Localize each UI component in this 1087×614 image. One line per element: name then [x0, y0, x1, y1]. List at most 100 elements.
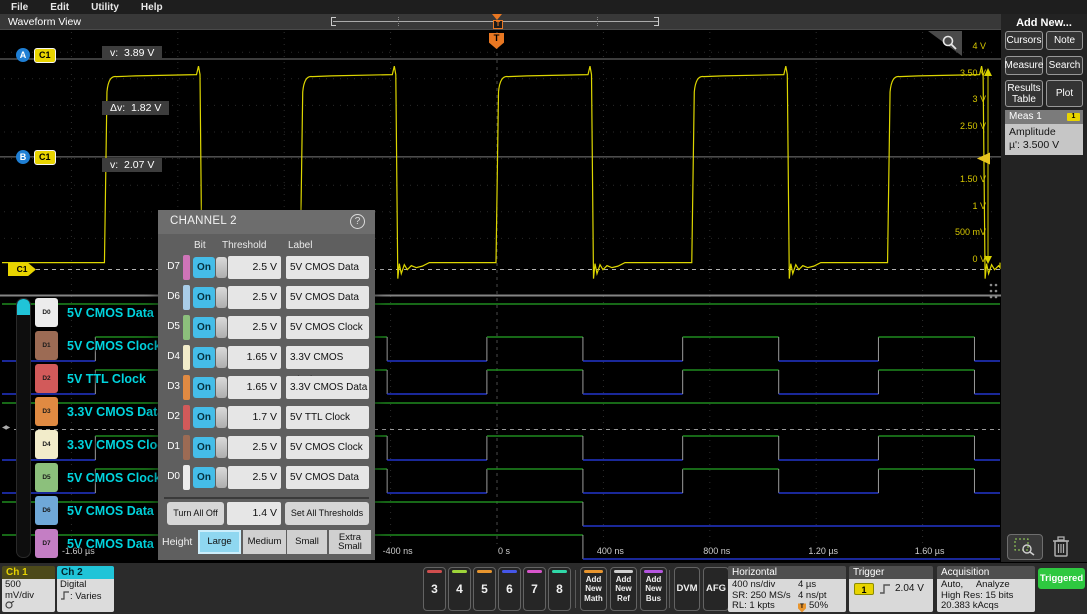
trash-icon[interactable] — [1051, 535, 1071, 559]
trigger-panel[interactable]: Trigger 1 2.04 V — [849, 566, 933, 612]
add-new-bus-button[interactable]: AddNewBus — [640, 567, 667, 611]
bit-threshold-field[interactable]: 1.65 V — [228, 376, 281, 399]
bit-threshold-field[interactable]: 2.5 V — [228, 316, 281, 339]
zoom-select-button[interactable] — [1007, 534, 1043, 560]
bit-threshold-field[interactable]: 2.5 V — [228, 436, 281, 459]
height-option-small[interactable]: Small — [287, 530, 327, 554]
add-new-results-table-button[interactable]: Results Table — [1005, 80, 1043, 107]
bit-toggle-knob[interactable] — [216, 347, 227, 368]
bit-toggle-knob[interactable] — [216, 467, 227, 488]
add-new-math-button[interactable]: AddNewMath — [580, 567, 607, 611]
channel-color-stripe — [427, 570, 442, 573]
digital-group-marker[interactable]: ◀▶ — [2, 424, 9, 431]
height-option-extra-small[interactable]: Extra Small — [329, 530, 371, 554]
bit-toggle-knob[interactable] — [216, 287, 227, 308]
bit-on-toggle[interactable]: On — [193, 317, 215, 338]
bit-label-field[interactable]: 3.3V CMOS Data — [286, 376, 369, 399]
waveform-plot-area[interactable]: T A C1 v: 3.89 V Δv: 1.82 V B C1 v: 2.07… — [0, 30, 1001, 562]
digital-channel-chip-d0[interactable]: D05V CMOS Data — [35, 298, 154, 327]
bit-label-field[interactable]: 5V CMOS Data — [286, 286, 369, 309]
channel-color-stripe — [502, 570, 517, 573]
trigger-position-marker[interactable]: T — [493, 20, 503, 29]
height-label: Height — [162, 536, 192, 548]
dialog-header[interactable]: CHANNEL 2 ? — [158, 210, 375, 234]
bit-threshold-field[interactable]: 2.5 V — [228, 466, 281, 489]
set-all-thresholds-button[interactable]: Set All Thresholds — [285, 502, 369, 525]
cursor-a-readout[interactable]: v: 3.89 V — [102, 46, 162, 60]
channel-3-button[interactable]: 3 — [423, 567, 446, 611]
channel-7-button[interactable]: 7 — [523, 567, 546, 611]
add-new-cursors-button[interactable]: Cursors — [1005, 31, 1043, 50]
channel2-dialog[interactable]: CHANNEL 2 ? Bit Threshold Label D7On2.5 … — [158, 210, 375, 560]
channel-6-button[interactable]: 6 — [498, 567, 521, 611]
bit-threshold-field[interactable]: 2.5 V — [228, 286, 281, 309]
digital-channel-chip-d2[interactable]: D25V TTL Clock — [35, 364, 146, 393]
height-option-large[interactable]: Large — [198, 530, 241, 554]
cursor-a-source-chip[interactable]: C1 — [34, 48, 56, 63]
digital-group-handle[interactable] — [16, 298, 31, 558]
meas1-body[interactable]: Amplitude µ': 3.500 V — [1005, 124, 1083, 155]
channel-8-button[interactable]: 8 — [548, 567, 571, 611]
channel-4-button[interactable]: 4 — [448, 567, 471, 611]
add-new-plot-button[interactable]: Plot — [1046, 80, 1083, 107]
bit-threshold-field[interactable]: 1.65 V — [228, 346, 281, 369]
bit-toggle-knob[interactable] — [216, 257, 227, 278]
bit-on-toggle[interactable]: On — [193, 257, 215, 278]
bit-on-toggle[interactable]: On — [193, 347, 215, 368]
bit-toggle-knob[interactable] — [216, 317, 227, 338]
height-option-medium[interactable]: Medium — [243, 530, 286, 554]
cursor-a-badge[interactable]: A — [16, 48, 30, 62]
digital-channel-chip-d5[interactable]: D55V CMOS Clock — [35, 463, 161, 492]
bit-on-toggle[interactable]: On — [193, 467, 215, 488]
overview-left-bracket[interactable] — [331, 17, 336, 26]
ch2-badge[interactable]: Ch 2 Digital : Varies — [57, 566, 114, 612]
bit-on-toggle[interactable]: On — [193, 437, 215, 458]
digital-channel-chip-d3[interactable]: D33.3V CMOS Data — [35, 397, 164, 426]
bit-toggle-knob[interactable] — [216, 407, 227, 428]
add-new-ref-button[interactable]: AddNewRef — [610, 567, 637, 611]
bit-on-toggle[interactable]: On — [193, 287, 215, 308]
bit-label-field[interactable]: 5V CMOS Data — [286, 256, 369, 279]
menu-edit[interactable]: Edit — [39, 2, 80, 13]
bit-toggle-knob[interactable] — [216, 437, 227, 458]
bit-threshold-field[interactable]: 1.7 V — [228, 406, 281, 429]
cursor-b-badge[interactable]: B — [16, 150, 30, 164]
channel-5-button[interactable]: 5 — [473, 567, 496, 611]
bit-label-field[interactable]: 5V CMOS Clock — [286, 316, 369, 339]
digital-channel-chip-d1[interactable]: D15V CMOS Clock — [35, 331, 161, 360]
menu-help[interactable]: Help — [130, 2, 174, 13]
overview-right-bracket[interactable] — [654, 17, 659, 26]
digital-channel-chip-d4[interactable]: D43.3V CMOS Clock — [35, 430, 171, 459]
ch1-name: Ch 1 — [2, 566, 55, 579]
bit-label-field[interactable]: 3.3V CMOS Clock — [286, 346, 369, 369]
bit-label-field[interactable]: 5V TTL Clock — [286, 406, 369, 429]
menu-file[interactable]: File — [0, 2, 39, 13]
add-new-note-button[interactable]: Note — [1046, 31, 1083, 50]
afg-button[interactable]: AFG — [703, 567, 729, 611]
ch1-badge[interactable]: Ch 1 500 mV/div 100 MHz — [2, 566, 55, 612]
cursor-b-readout[interactable]: v: 2.07 V — [102, 158, 162, 172]
acquisition-panel[interactable]: Acquisition Auto, Analyze High Res: 15 b… — [937, 566, 1035, 612]
horizontal-panel[interactable]: Horizontal 400 ns/div4 µsSR: 250 MS/s4 n… — [728, 566, 846, 612]
bit-label-field[interactable]: 5V CMOS Data — [286, 466, 369, 489]
acquisition-mode: Auto, — [941, 579, 963, 590]
add-new-measure-button[interactable]: Measure — [1005, 56, 1043, 75]
add-new-search-button[interactable]: Search — [1046, 56, 1083, 75]
bit-color-swatch — [183, 465, 190, 490]
menu-utility[interactable]: Utility — [80, 2, 130, 13]
dvm-button[interactable]: DVM — [674, 567, 700, 611]
digital-channel-chip-d6[interactable]: D65V CMOS Data — [35, 496, 154, 525]
all-threshold-field[interactable]: 1.4 V — [227, 502, 281, 525]
digital-channel-chip-d7[interactable]: D75V CMOS Data — [35, 529, 154, 558]
bit-toggle-knob[interactable] — [216, 377, 227, 398]
divider — [575, 570, 576, 608]
bit-threshold-field[interactable]: 2.5 V — [228, 256, 281, 279]
cursor-b-source-chip[interactable]: C1 — [34, 150, 56, 165]
turn-all-off-button[interactable]: Turn All Off — [167, 502, 224, 525]
help-icon[interactable]: ? — [350, 214, 365, 229]
dialog-bit-row-d1: D1On2.5 V5V CMOS Clock — [158, 436, 375, 459]
bit-on-toggle[interactable]: On — [193, 377, 215, 398]
bit-on-toggle[interactable]: On — [193, 407, 215, 428]
panel-drag-handle-icon[interactable] — [988, 282, 998, 302]
bit-label-field[interactable]: 5V CMOS Clock — [286, 436, 369, 459]
